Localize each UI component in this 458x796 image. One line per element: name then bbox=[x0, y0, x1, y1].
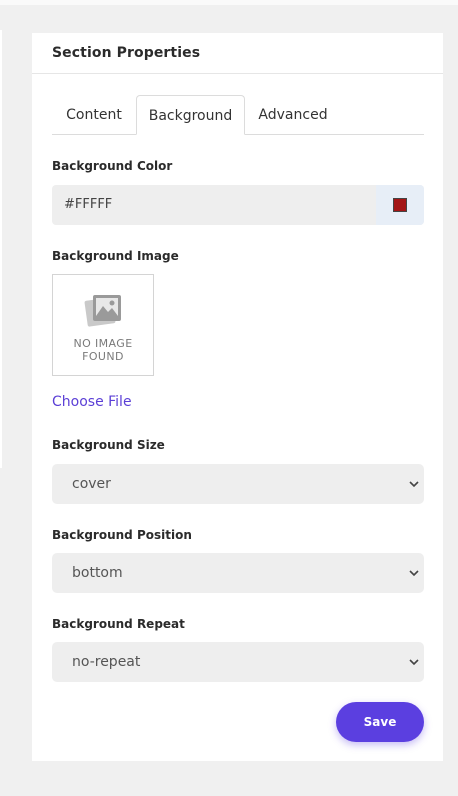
panel-title: Section Properties bbox=[52, 45, 201, 61]
color-picker-button[interactable] bbox=[376, 185, 424, 225]
tab-advanced[interactable]: Advanced bbox=[245, 95, 341, 135]
color-swatch[interactable] bbox=[393, 198, 407, 212]
top-strip bbox=[0, 0, 458, 5]
background-repeat-label: Background Repeat bbox=[52, 617, 185, 631]
chevron-down-icon bbox=[409, 570, 419, 577]
section-properties-panel: Section Properties Content Background Ad… bbox=[32, 33, 443, 761]
background-color-field[interactable]: #FFFFF bbox=[52, 185, 424, 225]
no-image-text-line2: FOUND bbox=[82, 350, 124, 363]
chevron-down-icon bbox=[409, 659, 419, 666]
save-button[interactable]: Save bbox=[336, 702, 424, 742]
panel-header: Section Properties bbox=[32, 33, 443, 74]
tab-background[interactable]: Background bbox=[136, 95, 245, 135]
background-position-label: Background Position bbox=[52, 528, 192, 542]
background-repeat-value: no-repeat bbox=[72, 654, 141, 670]
choose-file-link[interactable]: Choose File bbox=[52, 394, 132, 410]
background-image-label: Background Image bbox=[52, 249, 179, 263]
background-size-value: cover bbox=[72, 476, 111, 492]
background-size-select[interactable]: cover bbox=[52, 464, 424, 504]
no-image-text-line1: NO IMAGE bbox=[73, 337, 133, 350]
background-color-label: Background Color bbox=[52, 159, 173, 173]
background-size-label: Background Size bbox=[52, 438, 165, 452]
background-position-value: bottom bbox=[72, 565, 123, 581]
background-repeat-select[interactable]: no-repeat bbox=[52, 642, 424, 682]
background-image-preview[interactable]: NO IMAGE FOUND bbox=[52, 274, 154, 376]
tab-content[interactable]: Content bbox=[52, 95, 136, 135]
image-placeholder-icon bbox=[84, 295, 121, 327]
chevron-down-icon bbox=[409, 481, 419, 488]
left-panel-edge bbox=[0, 30, 2, 468]
background-position-select[interactable]: bottom bbox=[52, 553, 424, 593]
background-color-value[interactable]: #FFFFF bbox=[64, 185, 112, 225]
tab-bar: Content Background Advanced bbox=[52, 95, 424, 135]
